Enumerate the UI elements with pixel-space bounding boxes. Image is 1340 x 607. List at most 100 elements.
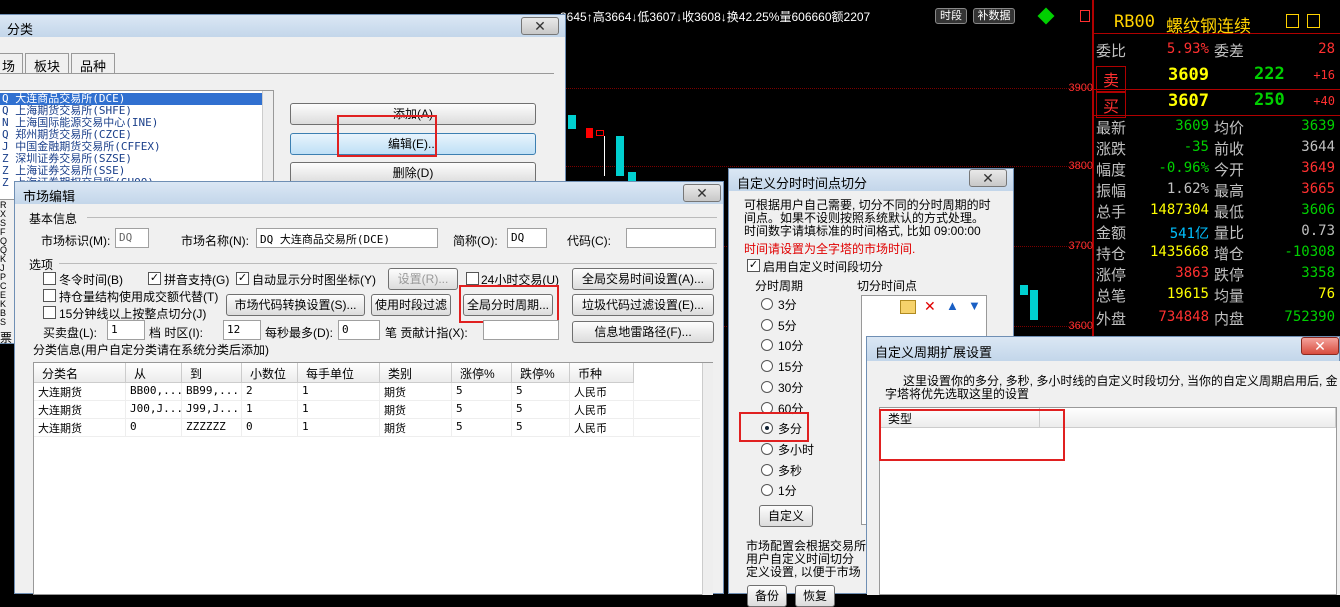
column-header[interactable]: 币种	[570, 363, 634, 383]
quote-label: 持仓	[1096, 245, 1127, 263]
max-per-sec-field[interactable]: 0	[338, 320, 380, 340]
quote-label: 涨停	[1096, 266, 1127, 284]
market-id-label: 市场标识(M):	[41, 234, 111, 248]
position-amount-checkbox[interactable]	[43, 289, 56, 302]
chart-info-bar: 3645↑高3664↓低3607↓收3608↓换42.25%量606660额22…	[560, 8, 870, 26]
market-name-field[interactable]: DQ 大连商品交易所(DCE)	[256, 228, 438, 248]
tab-variety[interactable]: 品种	[71, 53, 116, 74]
backup-button[interactable]: 备份	[747, 585, 787, 607]
quote-value: -35	[1183, 139, 1209, 155]
tab-market[interactable]: 场	[0, 53, 23, 74]
quote-value: 5.93%	[1166, 41, 1209, 57]
scrollbar[interactable]	[702, 363, 713, 595]
bid-ask-field[interactable]: 1	[107, 320, 145, 340]
table-cell: 5	[452, 419, 512, 437]
hourly-split-checkbox[interactable]	[43, 306, 56, 319]
column-header[interactable]: 每手单位	[298, 363, 380, 383]
code-field[interactable]	[626, 228, 716, 248]
column-header[interactable]: 分类名	[34, 363, 126, 383]
arrow-down-icon[interactable]: ▼	[968, 298, 981, 313]
contract-name: 螺纹钢连续	[1166, 17, 1251, 37]
timezone-field[interactable]: 12	[223, 320, 261, 340]
table-cell: 大连期货	[34, 383, 126, 401]
period-filter-button[interactable]: 使用时段过滤	[371, 294, 451, 316]
24h-checkbox[interactable]	[466, 272, 479, 285]
pinyin-checkbox[interactable]: ✓	[148, 272, 161, 285]
table-row[interactable]: 大连期货 J00,J... J99,J... 1 1 期货 5 5 人民币	[34, 401, 700, 419]
junk-code-filter-button[interactable]: 垃圾代码过滤设置(E)...	[572, 294, 714, 316]
table-cell: 0	[242, 419, 298, 437]
abbr-field[interactable]: DQ	[507, 228, 547, 248]
close-icon[interactable]: ✕	[521, 17, 559, 35]
quote-value: 734848	[1158, 309, 1209, 325]
period-radio[interactable]	[761, 360, 773, 373]
code-label: 代码(C):	[567, 234, 611, 248]
winter-time-checkbox[interactable]	[43, 272, 56, 285]
quote-value: 19615	[1166, 286, 1209, 302]
period-radio[interactable]	[761, 380, 773, 393]
period-radio[interactable]	[761, 484, 773, 497]
quote-label: 最新	[1096, 119, 1127, 137]
period-radio[interactable]	[761, 339, 773, 352]
contrib-field[interactable]	[483, 320, 559, 340]
code-convert-button[interactable]: 市场代码转换设置(S)...	[226, 294, 365, 316]
period-radio-label: 多小时	[778, 442, 815, 457]
close-icon[interactable]: ✕	[1301, 337, 1339, 355]
auto-coord-checkbox[interactable]: ✓	[236, 272, 249, 285]
period-button[interactable]: 时段	[935, 8, 967, 24]
price-label: 3600	[1068, 320, 1093, 332]
quote-value: 3609	[1168, 65, 1209, 85]
quote-label: 总手	[1096, 203, 1127, 221]
table-row[interactable]: 大连期货 BB00,... BB99,... 2 1 期货 5 5 人民币	[34, 383, 700, 401]
quote-label: 内盘	[1214, 310, 1245, 328]
table-cell: 5	[512, 401, 570, 419]
quote-value: 3606	[1301, 202, 1335, 218]
arrow-up-icon[interactable]: ▲	[946, 298, 959, 313]
close-icon[interactable]: ✕	[683, 184, 721, 202]
column-header[interactable]: 到	[182, 363, 242, 383]
table-cell: 人民币	[570, 419, 634, 437]
max-per-sec-label: 每秒最多(D):	[265, 326, 333, 340]
restore-button[interactable]: 恢复	[795, 585, 835, 607]
column-header[interactable]: 类别	[380, 363, 452, 383]
folder-icon[interactable]	[900, 300, 916, 314]
global-trade-time-button[interactable]: 全局交易时间设置(A)...	[572, 268, 714, 290]
list-icon[interactable]	[1307, 14, 1320, 28]
chart-icon[interactable]	[1286, 14, 1299, 28]
side-text: 票	[0, 331, 13, 345]
warning-text: 时间请设置为全字塔的市场时间.	[744, 242, 916, 256]
quote-value: 541亿	[1169, 226, 1209, 242]
close-icon[interactable]: ✕	[969, 169, 1007, 187]
column-header[interactable]: 从	[126, 363, 182, 383]
market-id-field[interactable]: DQ	[115, 228, 149, 248]
period-radio[interactable]	[761, 298, 773, 310]
quote-value: +40	[1313, 94, 1335, 108]
table-row[interactable]: 大连期货 0 ZZZZZZ 0 1 期货 5 5 人民币	[34, 419, 700, 437]
period-radio-label: 15分	[778, 360, 804, 375]
desc-line: 时间数字请填标准的时间格式, 比如 09:00:00	[744, 224, 981, 238]
enable-split-checkbox[interactable]: ✓	[747, 259, 760, 272]
winter-time-label: 冬令时间(B)	[59, 273, 123, 287]
custom-button[interactable]: 自定义	[759, 505, 813, 527]
quote-label: 委差	[1214, 42, 1245, 60]
quote-label: 金额	[1096, 224, 1127, 242]
info-mine-path-button[interactable]: 信息地雷路径(F)...	[572, 321, 714, 343]
column-header[interactable]: 涨停%	[452, 363, 512, 383]
table-cell: 5	[512, 419, 570, 437]
tab-sector[interactable]: 板块	[25, 53, 70, 74]
quote-value: -10308	[1284, 244, 1335, 260]
classify-table[interactable]: 分类名从到小数位 每手单位 类别 涨停% 跌停% 币种 大连期货 BB00,... BB99,…	[33, 362, 713, 595]
table-cell: 5	[512, 383, 570, 401]
period-radio[interactable]	[761, 318, 773, 331]
window-icon[interactable]	[1080, 10, 1090, 22]
period-radio[interactable]	[761, 463, 773, 476]
quote-row: 买 3607 250 +40	[1094, 90, 1340, 118]
fill-data-button[interactable]: 补数据	[973, 8, 1015, 24]
setting-button[interactable]: 设置(R)...	[388, 268, 458, 290]
column-header[interactable]: 跌停%	[512, 363, 570, 383]
window-title: 市场编辑	[15, 182, 723, 204]
quote-value: 3665	[1301, 181, 1335, 197]
delete-icon[interactable]: ✕	[924, 298, 936, 315]
period-radio[interactable]	[761, 442, 773, 455]
column-header[interactable]: 小数位	[242, 363, 298, 383]
